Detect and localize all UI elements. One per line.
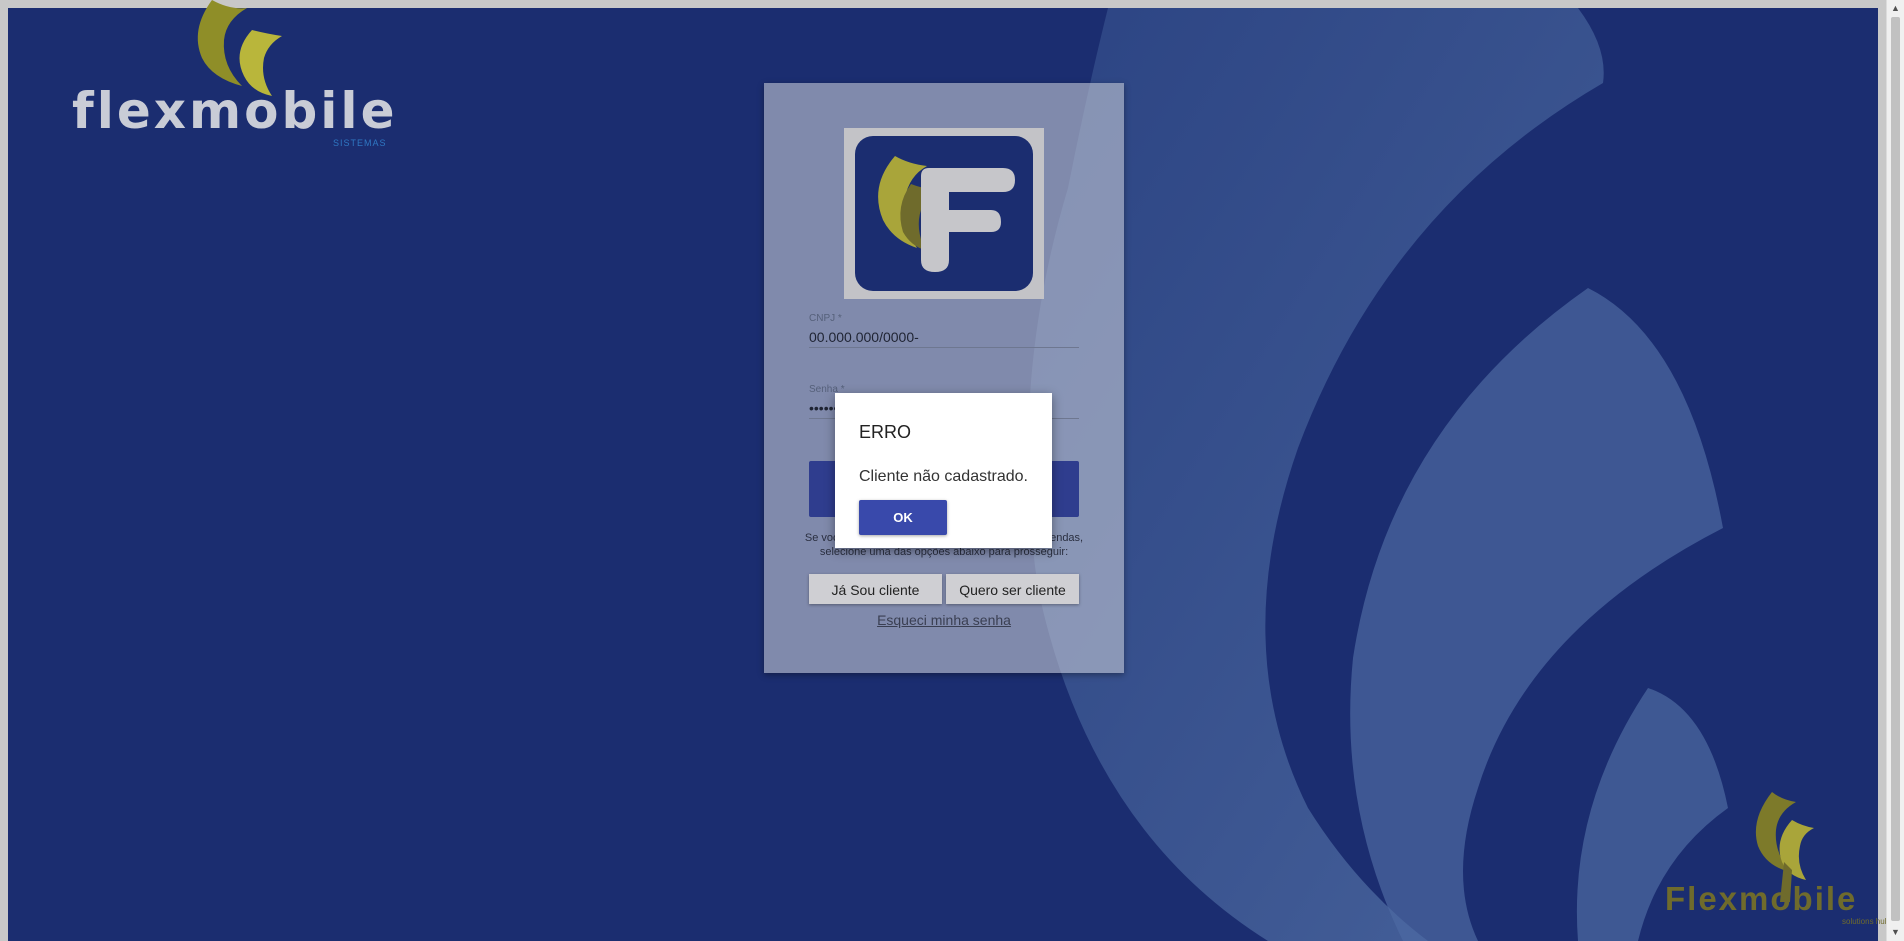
flexmobile-f-logo-icon (878, 156, 1015, 272)
app-logo (855, 136, 1033, 291)
dialog-ok-button[interactable]: OK (859, 500, 947, 535)
corner-brand-subtitle: solutions hub (1842, 917, 1890, 926)
brand-name: flexmobile (72, 82, 398, 140)
dialog-title: ERRO (859, 422, 912, 442)
ja-sou-cliente-button[interactable]: Já Sou cliente (809, 574, 942, 604)
vertical-scrollbar[interactable]: ▲ ▼ (1886, 0, 1904, 941)
login-card: CNPJ * 00.000.000/0000- Senha * •••••• S… (764, 83, 1124, 673)
corner-brand-name: Flexmobile (1665, 880, 1858, 917)
error-dialog: ERRO Cliente não cadastrado. OK (835, 393, 1052, 548)
dialog-message: Cliente não cadastrado. (859, 468, 1028, 485)
cnpj-input[interactable]: 00.000.000/0000- (809, 327, 1079, 347)
cnpj-field[interactable]: CNPJ * 00.000.000/0000- (809, 313, 1079, 348)
scroll-down-icon[interactable]: ▼ (1887, 924, 1904, 941)
logo-frame (844, 128, 1044, 299)
scroll-up-icon[interactable]: ▲ (1887, 0, 1904, 17)
forgot-password-link[interactable]: Esqueci minha senha (764, 612, 1124, 628)
quero-ser-cliente-button[interactable]: Quero ser cliente (946, 574, 1079, 604)
scroll-thumb[interactable] (1891, 17, 1900, 921)
cnpj-underline (809, 347, 1079, 348)
brand-subtitle: SISTEMAS (333, 138, 387, 148)
cnpj-label: CNPJ * (809, 313, 842, 324)
